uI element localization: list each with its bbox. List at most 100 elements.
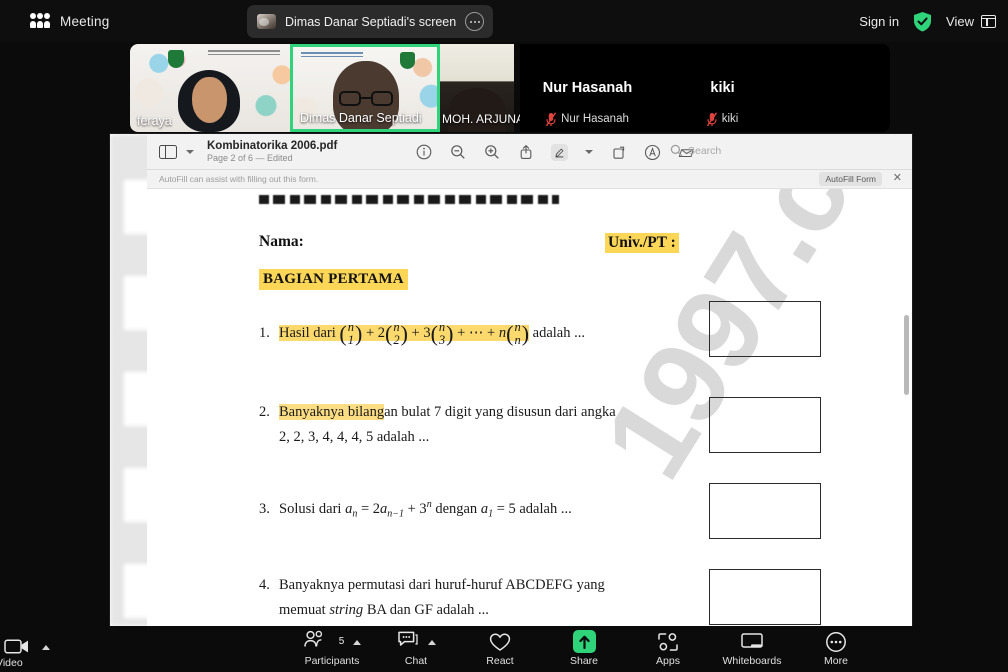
people-icon xyxy=(30,13,50,29)
video-label: Video xyxy=(0,657,23,669)
meeting-action-bar: Video 5 Participants xyxy=(0,626,1008,672)
document-subtitle: Page 2 of 6 — Edited xyxy=(207,152,293,163)
pdf-toolbar: Kombinatorika 2006.pdf Page 2 of 6 — Edi… xyxy=(147,134,912,170)
video-tile-kiki[interactable]: kiki kiki xyxy=(655,44,790,132)
sidebar-toggle-icon[interactable] xyxy=(159,144,177,159)
share-label: Share xyxy=(569,655,599,667)
video-tile-dimas-active-speaker[interactable]: Dimas Danar Septiadi xyxy=(290,44,440,132)
whiteboards-button[interactable]: Whiteboards xyxy=(710,631,794,667)
document-meta: Kombinatorika 2006.pdf Page 2 of 6 — Edi… xyxy=(207,140,337,164)
question-1-op3: + ⋯ + xyxy=(457,324,496,341)
video-tile-feraya[interactable]: feraya xyxy=(130,44,290,132)
participants-caret-up-icon[interactable] xyxy=(353,640,362,645)
top-bar: Meeting Dimas Danar Septiadi's screen Si… xyxy=(0,0,1008,42)
share-icon[interactable] xyxy=(517,144,534,161)
binom-bottom: 3 xyxy=(438,332,446,347)
clipped-page-header xyxy=(259,195,559,204)
apps-icon xyxy=(657,631,679,652)
rotate-icon[interactable] xyxy=(610,144,627,161)
search-icon xyxy=(670,144,683,157)
pdf-search-field[interactable]: Search xyxy=(670,144,721,157)
zoom-out-icon[interactable] xyxy=(449,144,466,161)
decor-logo xyxy=(400,52,415,69)
question-2-line1-rest: an bulat 7 digit yang disusun dari angka xyxy=(384,404,616,420)
chat-button[interactable]: Chat xyxy=(374,631,458,667)
pen-options-chevron-down-icon[interactable] xyxy=(585,150,593,154)
chat-caret-up-icon[interactable] xyxy=(427,640,436,645)
close-icon[interactable]: ✕ xyxy=(893,173,902,184)
scrollbar-thumb[interactable] xyxy=(904,315,909,395)
video-caret-up-icon[interactable] xyxy=(42,645,50,650)
question-1: 1. Hasil dari (n 1) + 2(n 2) + 3(n 3) + ⋯ + … xyxy=(259,317,659,350)
pdf-page: 1997.com Nama: Univ./PT : BAGIAN PERTAMA… xyxy=(147,189,912,626)
apps-label: Apps xyxy=(656,655,680,667)
video-tile-nur-hasanah[interactable]: Nur Hasanah Nur Hasanah xyxy=(520,44,655,132)
q3-expr-c-sub: 1 xyxy=(488,508,494,520)
question-4-line2: memuat string BA dan GF adalah ... xyxy=(279,600,709,622)
pdf-vertical-scrollbar[interactable] xyxy=(904,245,909,626)
people-icon xyxy=(303,630,328,653)
zoom-in-icon[interactable] xyxy=(483,144,500,161)
muted-name-label: Nur Hasanah xyxy=(561,113,629,125)
autofill-form-button[interactable]: AutoFill Form xyxy=(819,172,882,186)
answer-box-3[interactable] xyxy=(709,483,821,539)
teams-meeting-window: Meeting Dimas Danar Septiadi's screen Si… xyxy=(0,0,1008,672)
mic-off-icon xyxy=(706,112,717,127)
binom-bottom: n xyxy=(514,332,521,347)
section-title: BAGIAN PERTAMA xyxy=(259,269,408,290)
q3-plus: + 3 xyxy=(407,500,427,517)
binomial-1: (n 1) xyxy=(339,320,363,347)
question-4-line1: Banyaknya permutasi dari huruf-huruf ABC… xyxy=(279,577,605,593)
info-icon[interactable] xyxy=(415,144,432,161)
q3-pow: n xyxy=(426,499,432,510)
question-2-highlight: Banyaknya bilang xyxy=(279,404,385,420)
tile-display-name: kiki xyxy=(710,80,735,96)
participants-button[interactable]: 5 Participants xyxy=(290,630,374,667)
annotate-icon[interactable] xyxy=(644,144,661,161)
view-label: View xyxy=(946,13,974,29)
camera-icon[interactable] xyxy=(4,636,30,657)
share-title: Dimas Danar Septiadi's screen xyxy=(285,14,457,29)
apps-button[interactable]: Apps xyxy=(626,631,710,667)
decor-text xyxy=(208,50,280,55)
pdf-viewer-window: Kombinatorika 2006.pdf Page 2 of 6 — Edi… xyxy=(147,134,912,626)
chevron-down-icon[interactable] xyxy=(186,149,194,154)
participants-label: Participants xyxy=(304,655,360,667)
meeting-indicator: Meeting xyxy=(30,13,109,29)
q3-eq: = 2 xyxy=(360,500,380,517)
more-label: More xyxy=(824,655,848,667)
react-label: React xyxy=(486,655,514,667)
question-1-tail: adalah ... xyxy=(532,324,585,341)
tile-name-label: MOH. ARJUNA xyxy=(442,112,520,126)
tile-name-label: feraya xyxy=(137,114,172,128)
highlight-pen-icon[interactable] xyxy=(551,143,568,161)
chat-label: Chat xyxy=(404,655,428,667)
pdf-toolbar-left: Kombinatorika 2006.pdf Page 2 of 6 — Edi… xyxy=(159,140,337,164)
answer-box-4[interactable] xyxy=(709,569,821,625)
share-button[interactable]: Share xyxy=(542,630,626,667)
answer-box-1[interactable] xyxy=(709,301,821,357)
answer-box-2[interactable] xyxy=(709,397,821,453)
binom-top: n xyxy=(514,320,521,334)
heart-icon xyxy=(489,631,511,652)
ellipsis-icon[interactable] xyxy=(465,12,485,31)
q3-expr-b-sub: n−1 xyxy=(387,508,404,520)
decor-text xyxy=(301,52,363,57)
shared-screen-region: Kombinatorika 2006.pdf Page 2 of 6 — Edi… xyxy=(110,134,912,626)
sign-in-button[interactable]: Sign in xyxy=(859,14,899,29)
screen-share-pill[interactable]: Dimas Danar Septiadi's screen xyxy=(247,5,494,38)
react-button[interactable]: React xyxy=(458,631,542,667)
binomial-3: (n 3) xyxy=(430,320,454,347)
question-2: 2. Banyaknya bilangan bulat 7 digit yang … xyxy=(259,402,709,449)
tile-name-label: Dimas Danar Septiadi xyxy=(300,111,422,125)
autofill-message: AutoFill can assist with filling out thi… xyxy=(159,174,319,184)
shield-check-icon xyxy=(913,11,932,32)
more-button[interactable]: More xyxy=(794,631,878,667)
nama-label: Nama: xyxy=(259,233,304,250)
video-tile-arjuna[interactable]: MOH. ARJUNA xyxy=(440,44,520,132)
binom-top: n xyxy=(393,320,400,334)
question-3-number: 3. xyxy=(259,500,270,517)
view-control[interactable]: View xyxy=(946,14,996,29)
decor-logo xyxy=(168,50,184,68)
video-control[interactable]: Video xyxy=(0,636,50,669)
